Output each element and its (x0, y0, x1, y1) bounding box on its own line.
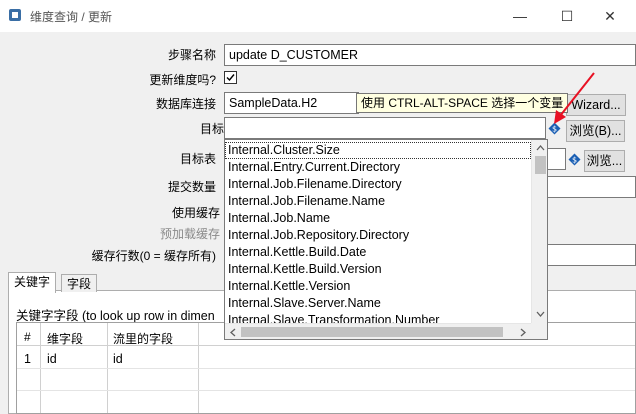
variable-option[interactable]: Internal.Job.Filename.Directory (225, 176, 531, 193)
commit-size-label: 提交数量 (167, 180, 216, 194)
column-header-stream-field: 流里的字段 (113, 332, 174, 346)
variable-option[interactable]: Internal.Job.Repository.Directory (225, 227, 531, 244)
table-cell-dim-field[interactable]: id (47, 352, 57, 366)
use-cache-label: 使用缓存 (171, 206, 220, 220)
svg-text:$: $ (572, 156, 577, 165)
scroll-up-icon[interactable] (532, 140, 548, 156)
variable-option[interactable]: Internal.Kettle.Build.Version (225, 261, 531, 278)
tab-keys[interactable]: 关键字 (8, 272, 57, 293)
commit-size-input[interactable] (546, 176, 636, 198)
column-header-number: # (24, 330, 31, 344)
step-name-label: 步骤名称 (167, 48, 216, 62)
cache-rows-input[interactable] (546, 244, 636, 266)
grid-row-divider (17, 390, 635, 391)
variable-icon: $ (568, 153, 581, 166)
preload-cache-label: 预加载缓存 (159, 227, 220, 241)
horizontal-scrollbar[interactable] (225, 323, 531, 340)
scroll-left-icon[interactable] (225, 324, 241, 340)
table-cell-stream-field[interactable]: id (113, 352, 123, 366)
variable-option[interactable]: Internal.Kettle.Build.Date (225, 244, 531, 261)
horizontal-scroll-thumb[interactable] (241, 327, 503, 337)
target-table-label: 目标表 (179, 152, 216, 166)
variable-option[interactable]: Internal.Cluster.Size (225, 142, 531, 159)
target-schema-input[interactable] (224, 117, 546, 139)
table-row-number: 1 (24, 352, 31, 366)
red-arrow-icon (554, 72, 595, 124)
app-icon (9, 9, 21, 21)
cache-rows-label: 缓存行数(0 = 缓存所有) (91, 249, 216, 263)
scroll-down-icon[interactable] (532, 306, 548, 322)
minimize-button[interactable]: — (508, 4, 532, 28)
vertical-scroll-thumb[interactable] (535, 156, 546, 174)
scrollbar-corner (531, 323, 547, 339)
variable-list: Internal.Cluster.Size Internal.Entry.Cur… (225, 142, 531, 327)
update-dimension-checkbox[interactable] (224, 71, 237, 84)
top-mark: ◦ (312, 0, 316, 5)
variable-option[interactable]: Internal.Job.Name (225, 210, 531, 227)
variable-option[interactable]: Internal.Kettle.Version (225, 278, 531, 295)
variable-option[interactable]: Internal.Job.Filename.Name (225, 193, 531, 210)
tab-fields[interactable]: 字段 (61, 274, 98, 292)
vertical-scrollbar[interactable] (531, 140, 548, 323)
maximize-button[interactable]: ☐ (555, 4, 579, 28)
check-icon (226, 74, 235, 82)
window-title: 维度查询 / 更新 (30, 10, 113, 24)
scroll-right-icon[interactable] (515, 324, 531, 340)
browse-button[interactable]: 浏览... (584, 150, 625, 172)
grid-row-divider (17, 368, 635, 369)
db-connection-label: 数据库连接 (155, 97, 216, 111)
column-header-dim-field: 维字段 (47, 332, 84, 346)
variable-tooltip: 使用 CTRL-ALT-SPACE 选择一个变量 (356, 93, 569, 113)
variable-dropdown[interactable]: Internal.Cluster.Size Internal.Entry.Cur… (224, 139, 548, 340)
update-dimension-label: 更新维度吗? (149, 73, 216, 87)
step-name-input[interactable]: update D_CUSTOMER (224, 44, 636, 66)
db-connection-select[interactable]: SampleData.H2 (224, 92, 359, 114)
variable-option[interactable]: Internal.Entry.Current.Directory (225, 159, 531, 176)
variable-option[interactable]: Internal.Slave.Server.Name (225, 295, 531, 312)
grid-header-divider (17, 345, 635, 346)
close-button[interactable]: ✕ (598, 4, 622, 28)
